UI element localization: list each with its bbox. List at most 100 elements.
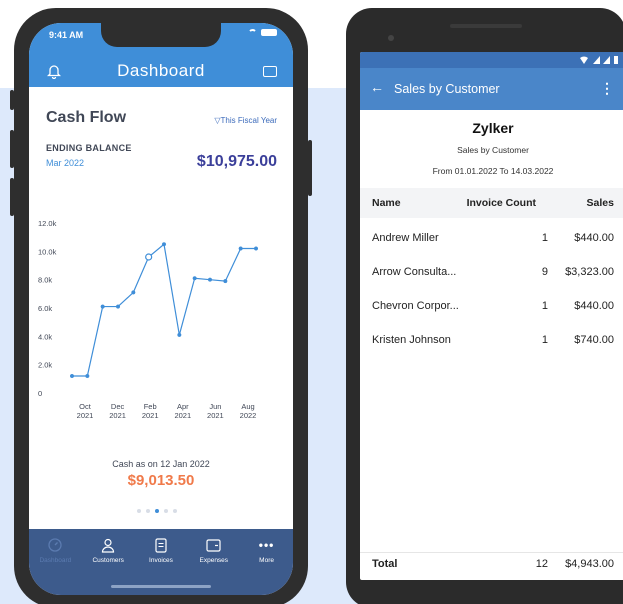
sales-amount: $440.00 — [574, 232, 614, 244]
table-row[interactable]: Kristen Johnson 1 $740.00 — [360, 330, 623, 352]
x-tick-label: Feb — [144, 402, 157, 411]
battery-icon — [261, 29, 277, 36]
iphone-screen: 9:41 AM Dashboard Cash Flow ▽This Fiscal… — [29, 23, 293, 595]
invoice-count: 9 — [541, 266, 548, 278]
data-point[interactable] — [131, 290, 136, 295]
fiscal-year-filter[interactable]: ▽This Fiscal Year — [214, 116, 277, 125]
y-tick-label: 6.0k — [38, 304, 52, 313]
x-tick-label: Dec — [111, 402, 125, 411]
page-indicator[interactable] — [137, 509, 177, 513]
status-icons — [248, 29, 277, 36]
sales-amount: $440.00 — [574, 300, 614, 312]
status-time: 9:41 AM — [49, 30, 84, 40]
page-title: Dashboard — [117, 61, 205, 80]
table-row[interactable]: Andrew Miller 1 $440.00 — [360, 228, 623, 250]
overflow-menu-icon[interactable]: ⋮ — [600, 80, 614, 97]
signal-battery-icons — [580, 56, 618, 64]
data-point[interactable] — [69, 373, 75, 379]
cash-as-on-label: Cash as on 12 Jan 2022 — [112, 459, 210, 469]
data-point[interactable] — [177, 332, 182, 337]
report-date-range: From 01.01.2022 To 14.03.2022 — [432, 166, 554, 176]
x-tick-label: Oct — [79, 402, 92, 411]
iphone-device: 9:41 AM Dashboard Cash Flow ▽This Fiscal… — [10, 8, 312, 604]
data-point[interactable] — [115, 304, 121, 309]
tab-dashboard[interactable]: Dashboard — [29, 537, 81, 595]
page-dot — [146, 509, 150, 513]
table-total-row: Total 12 $4,943.00 — [360, 552, 623, 574]
y-tick-label: 8.0k — [38, 276, 52, 285]
table-header: Name Invoice Count Sales — [360, 188, 623, 218]
y-tick-label: 2.0k — [38, 361, 52, 370]
data-point[interactable] — [223, 279, 228, 284]
volume-up-button — [10, 130, 14, 168]
back-arrow-icon[interactable]: ← — [370, 79, 384, 95]
ending-balance-amount: $10,975.00 — [196, 153, 277, 170]
filter-label: This Fiscal Year — [220, 116, 277, 125]
report-subtitle: Sales by Customer — [457, 145, 529, 155]
x-tick-label: 2021 — [174, 411, 191, 420]
wifi-icon — [248, 29, 257, 36]
status-bar — [360, 52, 623, 68]
table-row[interactable]: Chevron Corpor... 1 $440.00 — [360, 296, 623, 318]
sales-amount: $740.00 — [574, 334, 614, 346]
column-header-sales[interactable]: Sales — [587, 197, 614, 209]
android-device: ← Sales by Customer ⋮ Zylker Sales by Cu… — [346, 8, 623, 604]
tab-label: Expenses — [199, 557, 229, 564]
tab-label: Invoices — [149, 557, 173, 564]
y-tick-label: 0 — [38, 389, 42, 398]
customer-name: Chevron Corpor... — [372, 300, 459, 312]
volume-down-button — [10, 178, 14, 216]
toolbar-title: Sales by Customer — [394, 82, 500, 96]
x-tick-label: 2021 — [207, 411, 224, 420]
cash-flow-chart: 02.0k4.0k6.0k8.0k10.0k12.0k Oct2021Dec20… — [38, 219, 259, 420]
tab-label: Dashboard — [39, 557, 72, 564]
total-label: Total — [372, 558, 398, 570]
customer-name: Arrow Consulta... — [372, 266, 457, 278]
x-tick-label: Aug — [241, 402, 254, 411]
total-sales: $4,943.00 — [565, 558, 614, 570]
tab-label: Customers — [92, 557, 124, 564]
organization-name: Zylker — [472, 120, 514, 136]
wallet-icon — [188, 537, 240, 553]
data-point[interactable] — [100, 304, 105, 309]
person-icon — [82, 537, 134, 553]
data-point[interactable] — [192, 276, 197, 281]
customer-name: Kristen Johnson — [372, 334, 451, 346]
power-button — [308, 140, 312, 196]
x-tick-label: 2022 — [240, 411, 257, 420]
total-count: 12 — [535, 558, 548, 570]
data-point[interactable] — [207, 277, 213, 282]
column-header-invoice-count[interactable]: Invoice Count — [467, 197, 536, 209]
data-point[interactable] — [238, 246, 243, 251]
data-point[interactable] — [145, 253, 153, 261]
table-row[interactable]: Arrow Consulta... 9 $3,323.00 — [360, 262, 623, 284]
x-tick-label: Jun — [209, 402, 221, 411]
sales-amount: $3,323.00 — [565, 266, 614, 278]
ending-balance-date: Mar 2022 — [46, 158, 85, 168]
x-tick-label: Apr — [177, 402, 189, 411]
x-tick-label: 2021 — [142, 411, 159, 420]
page-dot-active — [155, 509, 159, 513]
cash-amount: $9,013.50 — [127, 472, 195, 489]
tab-more[interactable]: ••• More — [241, 537, 293, 595]
home-indicator[interactable] — [111, 585, 211, 588]
mute-switch — [10, 90, 14, 110]
y-tick-label: 10.0k — [38, 247, 57, 256]
app-toolbar: ← Sales by Customer ⋮ — [360, 68, 623, 110]
front-camera — [388, 35, 394, 41]
tab-label: More — [259, 557, 274, 564]
column-header-name[interactable]: Name — [372, 197, 401, 209]
page-dot — [173, 509, 177, 513]
data-point[interactable] — [253, 246, 259, 251]
y-tick-label: 4.0k — [38, 332, 52, 341]
notch — [101, 23, 221, 47]
folder-icon[interactable] — [263, 66, 277, 77]
y-tick-label: 12.0k — [38, 219, 57, 228]
page-dot — [137, 509, 141, 513]
dashboard-icon — [29, 537, 81, 553]
invoice-count: 1 — [541, 232, 548, 244]
data-point[interactable] — [85, 373, 90, 379]
data-point[interactable] — [161, 242, 167, 247]
page-dot — [164, 509, 168, 513]
x-tick-label: 2021 — [77, 411, 94, 420]
